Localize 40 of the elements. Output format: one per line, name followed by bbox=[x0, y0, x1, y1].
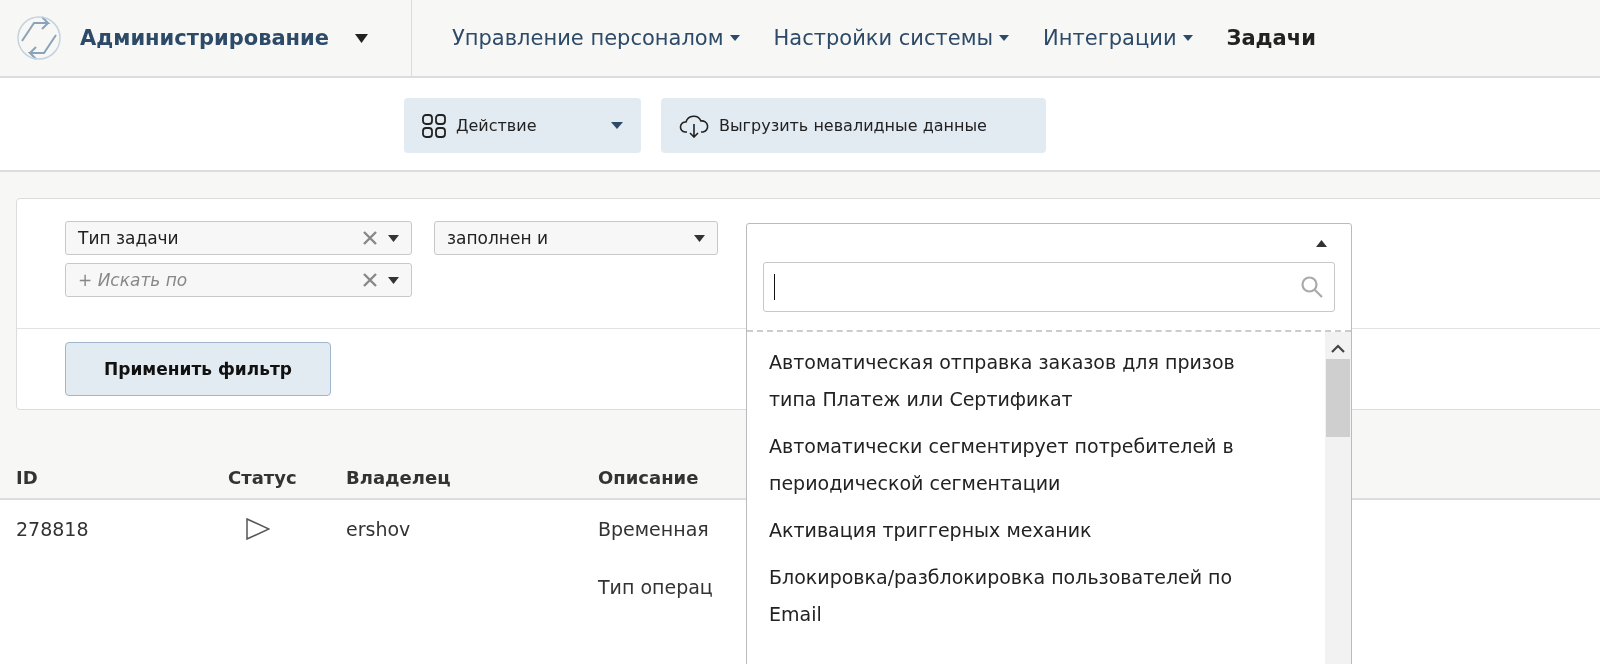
value-dropdown[interactable] bbox=[746, 223, 1352, 664]
search-field[interactable] bbox=[763, 262, 1335, 312]
apply-filter-button[interactable]: Применить фильтр bbox=[65, 342, 331, 396]
column-header: Описание bbox=[598, 466, 699, 488]
nav-menu-item[interactable]: Настройки системы bbox=[773, 26, 1010, 50]
caret-icon[interactable] bbox=[355, 33, 369, 43]
caret-icon bbox=[1316, 239, 1327, 247]
caret-icon bbox=[388, 276, 399, 284]
cloud-download-icon bbox=[679, 113, 709, 138]
scrollbar-thumb[interactable] bbox=[1326, 359, 1350, 437]
scroll-up-icon[interactable] bbox=[1331, 344, 1345, 353]
export-button[interactable]: Выгрузить невалидные данные bbox=[661, 98, 1046, 153]
caret-icon bbox=[388, 234, 399, 242]
caret-icon bbox=[611, 122, 623, 129]
nav-menu-item[interactable]: Управление персоналом bbox=[452, 26, 740, 50]
clear-icon[interactable] bbox=[362, 230, 378, 246]
filter-field-select[interactable]: Тип задачи bbox=[65, 221, 412, 255]
logo-icon bbox=[14, 13, 64, 63]
caret-icon bbox=[694, 234, 705, 242]
owner-cell-text: ershov bbox=[346, 518, 412, 542]
description-text: Тип операц bbox=[598, 576, 713, 598]
column-header: ID bbox=[16, 466, 38, 488]
clear-icon[interactable] bbox=[362, 272, 378, 288]
brand-title: Администрирование bbox=[80, 26, 330, 50]
nav-menu-item[interactable]: Интеграции bbox=[1043, 26, 1193, 50]
dropdown-option[interactable]: Активация триггерных механик bbox=[769, 512, 1275, 549]
action-button[interactable]: Действие bbox=[404, 98, 641, 153]
grid-icon bbox=[422, 113, 446, 138]
id-cell-text: 278818 bbox=[16, 518, 90, 542]
dropdown-option[interactable]: Автоматическая отправка заказов для призов типа Платеж или Сертификат bbox=[769, 344, 1275, 418]
operator-select[interactable]: заполнен и bbox=[434, 221, 718, 255]
scrollbar[interactable] bbox=[1325, 332, 1351, 664]
column-header: Владелец bbox=[346, 466, 451, 488]
nav-menu-item[interactable]: Задачи bbox=[1226, 26, 1316, 50]
dropdown-option[interactable]: Блокировка/разблокировка пользователей по Email bbox=[769, 559, 1275, 633]
column-header: Статус bbox=[228, 466, 297, 488]
description-text: Временная bbox=[598, 518, 709, 540]
dropdown-option[interactable]: Автоматически сегментирует потребителей в периодической сегментации bbox=[769, 428, 1275, 502]
search-icon bbox=[1300, 275, 1324, 299]
play-icon bbox=[246, 518, 270, 540]
